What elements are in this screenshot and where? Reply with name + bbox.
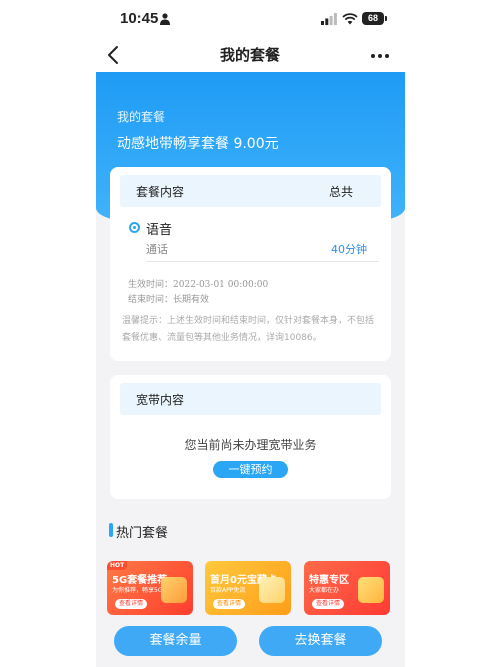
divider [146, 261, 379, 262]
book-broadband-button[interactable]: 一键预约 [213, 461, 288, 478]
package-card-title: 套餐内容 [136, 185, 185, 199]
package-card-header: 套餐内容 总共 [120, 175, 381, 207]
status-bar: 10:45 68 [0, 0, 500, 40]
hot-packages-title: 热门套餐 [116, 526, 169, 541]
promo-card-5g[interactable]: HOT 5G套餐推荐 为你推荐，畅享5G 查看详情 [107, 561, 193, 615]
header-subtitle: 我的套餐 [117, 110, 166, 124]
page-title: 我的套餐 [219, 46, 280, 64]
package-card-total: 总共 [328, 185, 353, 199]
wifi-icon [342, 13, 358, 25]
end-time-label: 结束时间： [128, 295, 174, 305]
signal-icon [321, 13, 337, 25]
promo-subtitle: 百款APP免流 [210, 587, 246, 594]
promo-card-special[interactable]: 特惠专区 大家都在办 查看详情 [304, 561, 390, 615]
broadband-empty-text: 您当前尚未办理宽带业务 [184, 438, 317, 452]
promo-detail-button[interactable]: 查看详情 [115, 599, 147, 609]
section-marker [109, 523, 113, 537]
effective-time-label: 生效时间： [128, 280, 174, 290]
promo-subtitle: 大家都在办 [309, 587, 340, 594]
end-time-value: 长期有效 [173, 295, 210, 305]
notice-text: 温馨提示：上述生效时间和结束时间，仅针对套餐本身，不包括套餐优惠、流量包等其他业… [122, 316, 375, 343]
back-button[interactable] [104, 44, 124, 66]
package-card: 套餐内容 总共 语音 通话 40分钟 生效时间：2022-03-01 00:00… [110, 167, 391, 361]
promo-title: 特惠专区 [309, 575, 349, 586]
broadband-card-title: 宽带内容 [136, 393, 185, 407]
effective-time: 生效时间：2022-03-01 00:00:00 [128, 277, 268, 290]
package-balance-button[interactable]: 套餐余量 [114, 626, 237, 656]
broadband-card-header: 宽带内容 [120, 383, 381, 415]
promo-detail-button[interactable]: 查看详情 [312, 599, 344, 609]
change-package-button[interactable]: 去换套餐 [259, 626, 382, 656]
voice-bullet-icon [129, 222, 140, 233]
promo-title: 5G套餐推荐 [112, 575, 168, 586]
person-icon [160, 13, 170, 25]
hot-tag: HOT [107, 561, 128, 570]
status-time: 10:45 [120, 10, 159, 27]
more-icon[interactable] [370, 52, 390, 60]
promo-card-treasure[interactable]: 首月0元宝藏卡 百款APP免流 查看详情 [205, 561, 291, 615]
coupon-icon [358, 577, 384, 603]
effective-time-value: 2022-03-01 00:00:00 [173, 280, 269, 290]
call-label: 通话 [146, 243, 168, 256]
call-value: 40分钟 [331, 243, 367, 256]
gift-icon [161, 577, 187, 603]
promo-detail-button[interactable]: 查看详情 [213, 599, 245, 609]
end-time: 结束时间：长期有效 [128, 292, 209, 305]
battery-icon: 68 [362, 12, 387, 25]
voice-title: 语音 [146, 223, 173, 238]
current-plan: 动感地带畅享套餐 9.00元 [117, 136, 279, 152]
promo-subtitle: 为你推荐，畅享5G [112, 587, 163, 594]
card-icon [259, 577, 285, 603]
nav-bar: 我的套餐 [0, 40, 500, 72]
broadband-card: 宽带内容 您当前尚未办理宽带业务 一键预约 [110, 375, 391, 499]
